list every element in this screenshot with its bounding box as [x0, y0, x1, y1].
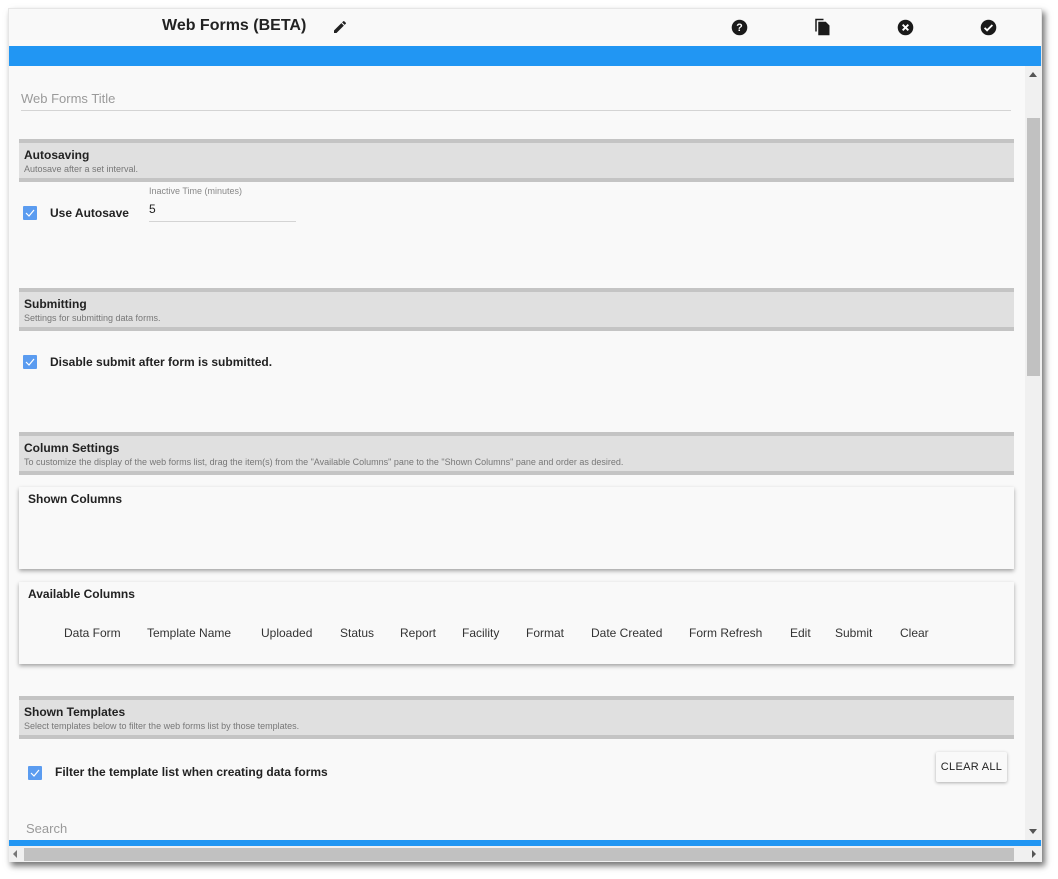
title-placeholder: Web Forms Title: [21, 91, 116, 106]
section-description: Autosave after a set interval.: [24, 164, 139, 174]
filter-templates-checkbox[interactable]: [28, 766, 42, 780]
pencil-icon[interactable]: [330, 17, 350, 37]
web-forms-title-input[interactable]: Web Forms Title: [21, 84, 1011, 111]
available-column-item[interactable]: Report: [400, 626, 436, 640]
horizontal-scrollbar[interactable]: [9, 846, 1042, 862]
section-heading: Autosaving: [24, 148, 90, 162]
shown-columns-title: Shown Columns: [28, 492, 122, 506]
available-column-item[interactable]: Uploaded: [261, 626, 312, 640]
disable-submit-label: Disable submit after form is submitted.: [50, 355, 273, 369]
scroll-left-arrow-icon[interactable]: [13, 850, 17, 858]
available-columns-title: Available Columns: [28, 587, 135, 601]
template-search-input[interactable]: Search: [26, 814, 984, 840]
inactive-time-input[interactable]: 5: [149, 199, 296, 222]
inactive-time-label: Inactive Time (minutes): [149, 186, 243, 196]
available-column-item[interactable]: Template Name: [147, 626, 231, 640]
vertical-scroll-thumb[interactable]: [1027, 118, 1040, 376]
use-autosave-checkbox[interactable]: [23, 206, 37, 220]
scroll-up-arrow-icon[interactable]: [1029, 72, 1037, 77]
section-description: Settings for submitting data forms.: [24, 313, 161, 323]
vertical-scrollbar[interactable]: [1025, 66, 1042, 840]
column-settings-section-header: Column Settings To customize the display…: [19, 432, 1014, 475]
autosaving-section-header: Autosaving Autosave after a set interval…: [19, 139, 1014, 182]
available-column-item[interactable]: Form Refresh: [689, 626, 762, 640]
scroll-right-arrow-icon[interactable]: [1032, 850, 1036, 858]
svg-text:?: ?: [736, 22, 742, 34]
section-heading: Submitting: [24, 297, 87, 311]
available-column-item[interactable]: Clear: [900, 626, 929, 640]
available-column-item[interactable]: Format: [526, 626, 564, 640]
header-accent-bar: [9, 46, 1041, 66]
copy-icon[interactable]: [812, 17, 832, 37]
available-column-item[interactable]: Submit: [835, 626, 872, 640]
use-autosave-label: Use Autosave: [50, 206, 129, 220]
section-heading: Shown Templates: [24, 705, 126, 719]
disable-submit-checkbox[interactable]: [23, 355, 37, 369]
available-columns-pane[interactable]: Available Columns Data Form Template Nam…: [19, 582, 1014, 664]
clear-all-button[interactable]: CLEAR ALL: [936, 752, 1007, 782]
dialog-title: Web Forms (BETA): [162, 17, 307, 34]
section-description: To customize the display of the web form…: [24, 457, 624, 467]
inactive-time-value: 5: [149, 202, 156, 216]
search-placeholder: Search: [26, 821, 68, 836]
available-column-item[interactable]: Data Form: [64, 626, 121, 640]
section-heading: Column Settings: [24, 441, 120, 455]
help-icon[interactable]: ?: [729, 17, 749, 37]
dialog-titlebar: Web Forms (BETA) ?: [9, 9, 1041, 46]
cancel-icon[interactable]: [895, 17, 915, 37]
dialog-content: Web Forms Title Autosaving Autosave afte…: [9, 66, 1025, 840]
available-column-item[interactable]: Date Created: [591, 626, 662, 640]
confirm-icon[interactable]: [978, 17, 998, 37]
shown-templates-section-header: Shown Templates Select templates below t…: [19, 696, 1014, 739]
available-column-item[interactable]: Status: [340, 626, 374, 640]
submitting-section-header: Submitting Settings for submitting data …: [19, 288, 1014, 331]
scroll-down-arrow-icon[interactable]: [1029, 829, 1037, 834]
filter-templates-label: Filter the template list when creating d…: [55, 765, 328, 779]
horizontal-scroll-thumb[interactable]: [24, 848, 1014, 861]
available-column-item[interactable]: Facility: [462, 626, 499, 640]
web-forms-dialog: Web Forms (BETA) ? Web Forms Title Autos…: [8, 8, 1042, 862]
shown-columns-pane[interactable]: Shown Columns: [19, 487, 1014, 569]
available-column-item[interactable]: Edit: [790, 626, 811, 640]
section-description: Select templates below to filter the web…: [24, 721, 300, 731]
